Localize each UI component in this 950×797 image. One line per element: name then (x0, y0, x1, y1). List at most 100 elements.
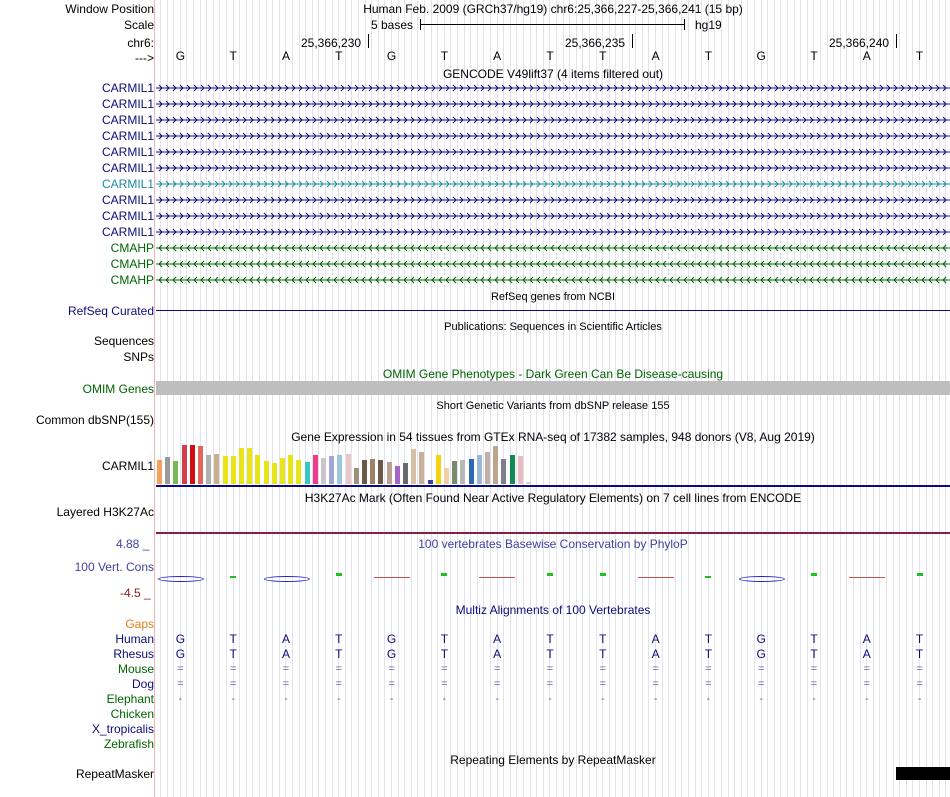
base-letter: T (915, 647, 924, 661)
repeatmasker-element[interactable] (896, 767, 950, 780)
refseq-track-label[interactable]: RefSeq Curated (68, 304, 154, 318)
gtex-tissue-bar[interactable] (419, 452, 425, 484)
gtex-tissue-bar[interactable] (460, 460, 466, 484)
gencode-gene-label[interactable]: CARMIL1 (102, 225, 154, 239)
gtex-tissue-bar[interactable] (403, 463, 408, 484)
gencode-gene-label[interactable]: CARMIL1 (102, 97, 154, 111)
gtex-tissue-bar[interactable] (435, 455, 441, 484)
gtex-tissue-bar[interactable] (452, 461, 458, 484)
gtex-tissue-bar[interactable] (189, 445, 195, 484)
gtex-tissue-bar[interactable] (271, 463, 277, 484)
gtex-tissue-bar[interactable] (304, 462, 310, 484)
gtex-tissue-bar[interactable] (230, 456, 236, 484)
gencode-gene-label[interactable]: CMAHP (111, 273, 154, 287)
gencode-gene-model[interactable] (156, 258, 950, 270)
gencode-gene-model[interactable] (156, 194, 950, 206)
gtex-tissue-bar[interactable] (329, 456, 335, 484)
gtex-tissue-bar[interactable] (476, 455, 482, 484)
gtex-tissue-bar[interactable] (517, 456, 523, 484)
gtex-tissue-bar[interactable] (288, 455, 294, 484)
gtex-tissue-bar[interactable] (206, 455, 212, 484)
gtex-tissue-bar[interactable] (181, 445, 187, 484)
gencode-gene-label[interactable]: CARMIL1 (102, 177, 154, 191)
gtex-tissue-bar[interactable] (468, 459, 474, 484)
gtex-tissue-bar[interactable] (312, 455, 318, 484)
gencode-gene-label[interactable]: CARMIL1 (102, 81, 154, 95)
gencode-gene-model[interactable] (156, 242, 950, 254)
publications-track-title: Publications: Sequences in Scientific Ar… (444, 321, 662, 333)
gtex-tissue-bar[interactable] (353, 468, 359, 484)
gtex-tissue-bar[interactable] (222, 456, 228, 484)
gtex-tissue-bar[interactable] (370, 459, 376, 484)
gencode-gene-label[interactable]: CARMIL1 (102, 129, 154, 143)
gtex-tissue-bar[interactable] (157, 460, 162, 484)
gencode-gene-model[interactable] (156, 178, 950, 190)
gtex-tissue-bar[interactable] (296, 460, 302, 484)
gencode-gene-model[interactable] (156, 226, 950, 238)
gtex-tissue-bar[interactable] (214, 454, 220, 484)
omim-gene-bar[interactable] (156, 381, 950, 395)
gencode-gene-model[interactable] (156, 114, 950, 126)
gtex-tissue-bar[interactable] (173, 461, 179, 484)
gencode-gene-label[interactable]: CMAHP (111, 257, 154, 271)
phylop-track-label[interactable]: 100 Vert. Cons (75, 560, 154, 574)
multiz-species-label[interactable]: Rhesus (113, 647, 154, 661)
refseq-gene-line[interactable] (156, 310, 950, 311)
dbsnp-track-label[interactable]: Common dbSNP(155) (36, 413, 154, 427)
gtex-bar-chart[interactable] (157, 444, 557, 484)
multiz-species-label[interactable]: Elephant (107, 692, 154, 706)
gtex-tissue-bar[interactable] (198, 446, 203, 484)
gtex-tissue-bar[interactable] (394, 466, 400, 484)
multiz-species-label[interactable]: Human (115, 632, 154, 646)
gtex-tissue-bar[interactable] (378, 460, 384, 484)
gencode-gene-model[interactable] (156, 274, 950, 286)
gencode-gene-model[interactable] (156, 162, 950, 174)
genome-browser-track-image[interactable]: Window Position Human Feb. 2009 (GRCh37/… (0, 0, 950, 797)
gencode-gene-model[interactable] (156, 130, 950, 142)
gencode-gene-label[interactable]: CARMIL1 (102, 161, 154, 175)
omim-track-label[interactable]: OMIM Genes (83, 382, 154, 396)
multiz-species-label[interactable]: Zebrafish (104, 737, 154, 751)
gencode-gene-label[interactable]: CARMIL1 (102, 209, 154, 223)
gencode-gene-label[interactable]: CARMIL1 (102, 193, 154, 207)
phylop-score-mark (335, 573, 342, 576)
phylop-score-mark (479, 577, 516, 578)
multiz-species-label[interactable]: Dog (132, 677, 154, 691)
gtex-tissue-bar[interactable] (321, 458, 326, 484)
repeatmasker-track-label[interactable]: RepeatMasker (76, 767, 154, 781)
multiz-species-label[interactable]: Chicken (111, 707, 154, 721)
gencode-gene-label[interactable]: CMAHP (111, 241, 154, 255)
multiz-species-label[interactable]: X_tropicalis (92, 722, 154, 736)
gtex-tissue-bar[interactable] (493, 446, 499, 484)
gtex-tissue-bar[interactable] (239, 448, 244, 484)
chrom-label: chr6: (127, 36, 154, 50)
publications-sequences-label[interactable]: Sequences (94, 334, 154, 348)
gtex-tissue-bar[interactable] (280, 458, 285, 484)
gtex-tissue-bar[interactable] (501, 459, 507, 484)
gencode-gene-model[interactable] (156, 146, 950, 158)
gtex-tissue-bar[interactable] (263, 461, 269, 484)
multiz-species-label[interactable]: Gaps (125, 617, 154, 631)
multiz-species-label[interactable]: Mouse (118, 662, 154, 676)
gtex-tissue-bar[interactable] (345, 454, 351, 484)
gtex-tissue-bar[interactable] (427, 480, 433, 484)
gtex-tissue-bar[interactable] (411, 449, 417, 484)
gencode-gene-label[interactable]: CARMIL1 (102, 145, 154, 159)
gtex-tissue-bar[interactable] (255, 455, 261, 484)
gtex-tissue-bar[interactable] (526, 482, 531, 484)
gtex-tissue-bar[interactable] (337, 455, 343, 484)
gtex-tissue-bar[interactable] (444, 468, 449, 484)
gtex-tissue-bar[interactable] (485, 452, 490, 484)
gtex-tissue-bar[interactable] (362, 460, 367, 484)
gtex-gene-label[interactable]: CARMIL1 (102, 459, 154, 473)
h3k27ac-track-label[interactable]: Layered H3K27Ac (57, 505, 154, 519)
gencode-gene-label[interactable]: CARMIL1 (102, 113, 154, 127)
gtex-tissue-bar[interactable] (165, 457, 171, 484)
gtex-tissue-bar[interactable] (509, 455, 515, 484)
gencode-gene-model[interactable] (156, 82, 950, 94)
gtex-tissue-bar[interactable] (247, 448, 253, 484)
gtex-tissue-bar[interactable] (386, 462, 392, 484)
publications-snps-label[interactable]: SNPs (123, 350, 154, 364)
gencode-gene-model[interactable] (156, 210, 950, 222)
gencode-gene-model[interactable] (156, 98, 950, 110)
